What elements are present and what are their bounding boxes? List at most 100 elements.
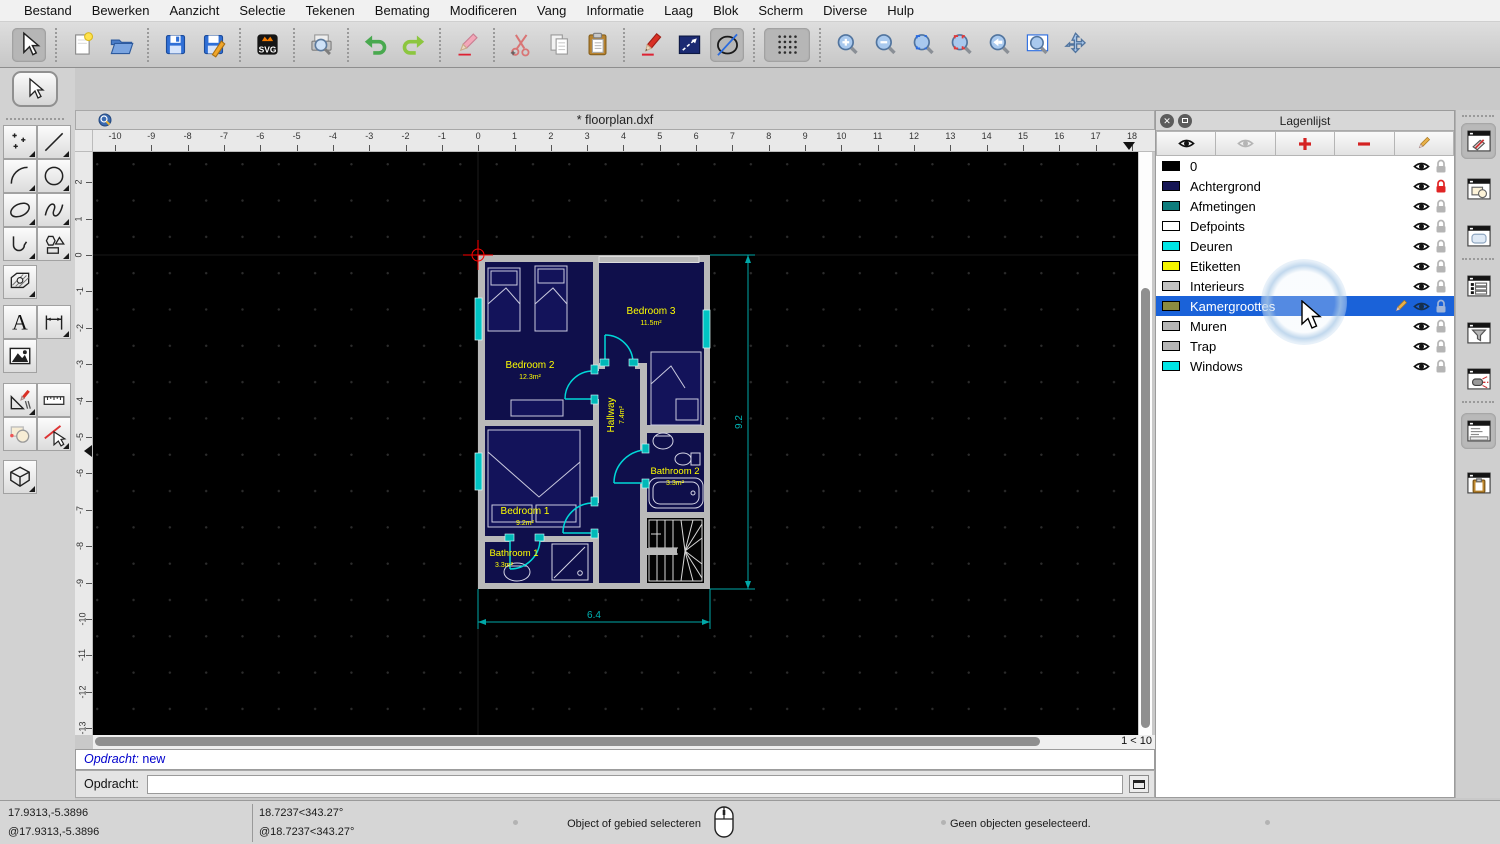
layer-visibility-toggle[interactable]	[1410, 320, 1432, 333]
menu-aanzicht[interactable]: Aanzicht	[160, 0, 230, 22]
layer-list-panel-toggle-button[interactable]	[1461, 123, 1496, 159]
layer-row-kamergroottes[interactable]: Kamergroottes	[1156, 296, 1454, 316]
solid-tool-button[interactable]	[3, 460, 37, 494]
menu-selectie[interactable]: Selectie	[229, 0, 295, 22]
add-layer-button[interactable]	[1275, 131, 1336, 156]
layer-visibility-toggle[interactable]	[1410, 200, 1432, 213]
circle-tool-button[interactable]	[37, 159, 71, 193]
undo-button[interactable]	[358, 28, 392, 62]
zoom-auto-button[interactable]	[906, 28, 940, 62]
zoom-selection-button[interactable]	[944, 28, 978, 62]
line-pattern-button[interactable]	[672, 28, 706, 62]
layer-row-achtergrond[interactable]: Achtergrond	[1156, 176, 1454, 196]
layer-row-interieurs[interactable]: Interieurs	[1156, 276, 1454, 296]
layer-row-muren[interactable]: Muren	[1156, 316, 1454, 336]
layer-lock-toggle[interactable]	[1432, 359, 1450, 374]
points-tool-button[interactable]	[3, 125, 37, 159]
pan-button[interactable]	[1058, 28, 1092, 62]
layer-visibility-toggle[interactable]	[1410, 280, 1432, 293]
menu-bewerken[interactable]: Bewerken	[82, 0, 160, 22]
sidebar-drag-handle[interactable]	[1462, 401, 1494, 403]
layer-lock-toggle[interactable]	[1432, 239, 1450, 254]
layer-lock-toggle[interactable]	[1432, 299, 1450, 314]
zoom-out-button[interactable]	[868, 28, 902, 62]
layer-lock-toggle[interactable]	[1432, 159, 1450, 174]
shapes-tool-button[interactable]	[37, 227, 71, 261]
edit-layer-button[interactable]	[1394, 131, 1455, 156]
cut-button[interactable]	[504, 28, 538, 62]
layer-lock-toggle[interactable]	[1432, 279, 1450, 294]
text-tool-button[interactable]: A	[3, 305, 37, 339]
vertical-scrollbar-thumb[interactable]	[1141, 288, 1150, 728]
palette-drag-handle[interactable]	[6, 118, 64, 120]
sidebar-drag-handle[interactable]	[1462, 115, 1494, 117]
menu-scherm[interactable]: Scherm	[748, 0, 813, 22]
layer-lock-toggle[interactable]	[1432, 179, 1450, 194]
layer-lock-toggle[interactable]	[1432, 219, 1450, 234]
redo-button[interactable]	[396, 28, 430, 62]
menu-vang[interactable]: Vang	[527, 0, 576, 22]
show-all-layers-button[interactable]	[1156, 131, 1217, 156]
menu-blok[interactable]: Blok	[703, 0, 748, 22]
save-button[interactable]	[158, 28, 192, 62]
pen-edit-button[interactable]	[634, 28, 668, 62]
polyline-tool-button[interactable]	[3, 227, 37, 261]
layer-visibility-toggle[interactable]	[1410, 180, 1432, 193]
selection-arrow-button[interactable]	[12, 71, 58, 107]
draw-tools-tool-button[interactable]	[3, 383, 37, 417]
menu-bestand[interactable]: Bestand	[14, 0, 82, 22]
selection-filter-panel-toggle-button[interactable]	[1461, 315, 1496, 351]
block-list-panel-toggle-button[interactable]	[1461, 171, 1496, 207]
horizontal-scrollbar-thumb[interactable]	[95, 737, 1040, 746]
layer-row-windows[interactable]: Windows	[1156, 356, 1454, 376]
layer-visibility-toggle[interactable]	[1410, 220, 1432, 233]
view-list-panel-toggle-button[interactable]	[1461, 218, 1496, 254]
vertical-scrollbar[interactable]	[1138, 152, 1152, 735]
layer-visibility-toggle[interactable]	[1410, 160, 1432, 173]
layer-lock-toggle[interactable]	[1432, 339, 1450, 354]
line-tool-button[interactable]	[37, 125, 71, 159]
measure-tool-button[interactable]	[37, 383, 71, 417]
layer-row-trap[interactable]: Trap	[1156, 336, 1454, 356]
ellipse-tool-button[interactable]	[3, 193, 37, 227]
menu-hulp[interactable]: Hulp	[877, 0, 924, 22]
layer-visibility-toggle[interactable]	[1410, 240, 1432, 253]
command-history-panel-toggle-button[interactable]	[1461, 413, 1496, 449]
modify-selection-tool-button[interactable]	[37, 417, 71, 451]
delete-entities-button[interactable]	[450, 28, 484, 62]
dimension-tool-button[interactable]	[37, 305, 71, 339]
layer-lock-toggle[interactable]	[1432, 319, 1450, 334]
edit-layer-icon[interactable]	[1390, 299, 1410, 314]
zoom-in-button[interactable]	[830, 28, 864, 62]
open-file-button[interactable]	[104, 28, 138, 62]
horizontal-scrollbar[interactable]: 1 < 10	[93, 735, 1155, 749]
property-editor-panel-toggle-button[interactable]	[1461, 268, 1496, 304]
command-window-toggle-button[interactable]	[1129, 775, 1149, 793]
hatch-tool-button[interactable]	[3, 265, 37, 299]
selection-pointer-button[interactable]	[12, 27, 46, 62]
zoom-previous-button[interactable]	[982, 28, 1016, 62]
arc-tool-button[interactable]	[3, 159, 37, 193]
save-as-button[interactable]	[196, 28, 230, 62]
layer-row-defpoints[interactable]: Defpoints	[1156, 216, 1454, 236]
layer-visibility-toggle[interactable]	[1410, 360, 1432, 373]
print-preview-button[interactable]	[304, 28, 338, 62]
library-browser-panel-toggle-button[interactable]	[1461, 361, 1496, 397]
menu-tekenen[interactable]: Tekenen	[296, 0, 365, 22]
remove-layer-button[interactable]	[1335, 131, 1395, 156]
layer-lock-toggle[interactable]	[1432, 259, 1450, 274]
menu-informatie[interactable]: Informatie	[576, 0, 654, 22]
isometric-view-button[interactable]	[710, 27, 744, 62]
layer-visibility-toggle[interactable]	[1410, 300, 1432, 313]
menu-diverse[interactable]: Diverse	[813, 0, 877, 22]
command-input[interactable]	[146, 774, 1123, 794]
layer-visibility-toggle[interactable]	[1410, 260, 1432, 273]
spline-tool-button[interactable]	[37, 193, 71, 227]
image-tool-button[interactable]	[3, 339, 37, 373]
layer-row-etiketten[interactable]: Etiketten	[1156, 256, 1454, 276]
menu-bemating[interactable]: Bemating	[365, 0, 440, 22]
sidebar-drag-handle[interactable]	[1462, 258, 1494, 260]
hide-all-layers-button[interactable]	[1216, 131, 1276, 156]
layer-visibility-toggle[interactable]	[1410, 340, 1432, 353]
paste-button[interactable]	[580, 28, 614, 62]
